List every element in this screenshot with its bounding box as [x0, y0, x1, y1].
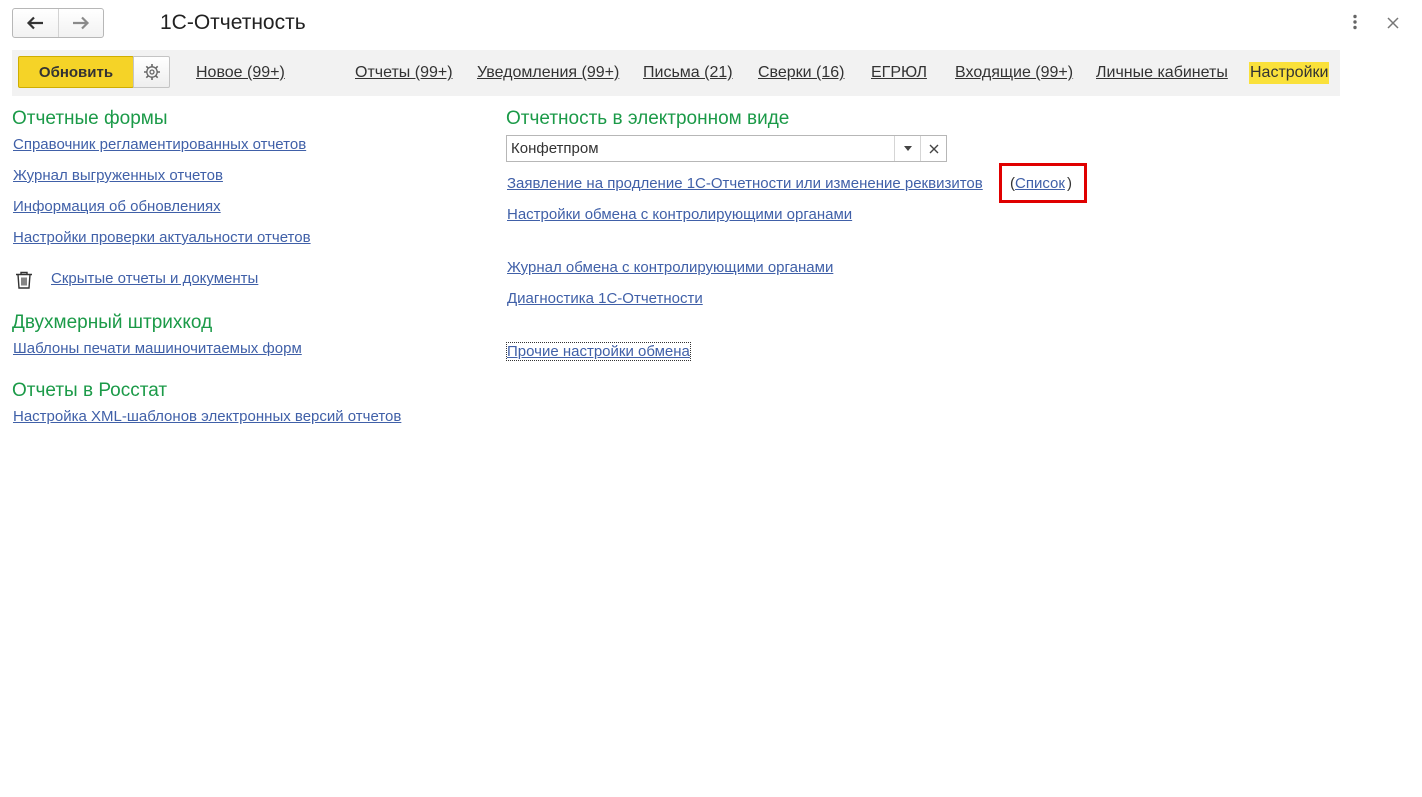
- more-vertical-icon[interactable]: [1349, 14, 1361, 30]
- organization-dropdown-button[interactable]: [894, 136, 920, 161]
- updates-info-link[interactable]: Информация об обновлениях: [13, 198, 221, 215]
- tab-notifications[interactable]: Уведомления (99+): [477, 64, 619, 82]
- tab-new[interactable]: Новое (99+): [196, 64, 285, 82]
- arrow-right-icon: [72, 16, 89, 30]
- toolbar: Обновить Новое (99+) Отчеты (99+) Уведом…: [12, 50, 1340, 96]
- organization-select[interactable]: Конфетпром: [506, 135, 947, 162]
- renewal-application-link[interactable]: Заявление на продление 1С-Отчетности или…: [507, 175, 983, 192]
- exchange-log-link[interactable]: Журнал обмена с контролирующими органами: [507, 259, 833, 276]
- print-templates-link[interactable]: Шаблоны печати машиночитаемых форм: [13, 340, 302, 357]
- navigation-buttons: [12, 8, 104, 38]
- chevron-down-icon: [903, 146, 912, 151]
- window-title: 1С-Отчетность: [160, 11, 306, 34]
- tab-incoming[interactable]: Входящие (99+): [955, 64, 1073, 82]
- organization-clear-button[interactable]: [920, 136, 946, 161]
- tab-reports[interactable]: Отчеты (99+): [355, 64, 453, 82]
- back-button[interactable]: [13, 9, 58, 37]
- close-icon[interactable]: [1386, 16, 1400, 30]
- report-relevance-check-settings-link[interactable]: Настройки проверки актуальности отчетов: [13, 229, 311, 246]
- arrow-left-icon: [27, 16, 44, 30]
- gear-icon: [143, 64, 160, 80]
- electronic-reporting-heading: Отчетность в электронном виде: [506, 108, 790, 129]
- clear-icon: [929, 144, 938, 153]
- xml-templates-link[interactable]: Настройка XML-шаблонов электронных верси…: [13, 408, 401, 425]
- tab-personal-accounts[interactable]: Личные кабинеты: [1096, 64, 1228, 82]
- tab-egrul[interactable]: ЕГРЮЛ: [871, 64, 927, 82]
- trash-icon: [16, 271, 32, 289]
- refresh-button[interactable]: Обновить: [18, 56, 134, 88]
- other-exchange-settings-link[interactable]: Прочие настройки обмена: [506, 342, 691, 361]
- exchange-settings-link[interactable]: Настройки обмена с контролирующими орган…: [507, 206, 852, 223]
- tab-reconciliations[interactable]: Сверки (16): [758, 64, 845, 82]
- reporting-forms-heading: Отчетные формы: [12, 108, 168, 129]
- rosstat-heading: Отчеты в Росстат: [12, 380, 168, 401]
- barcode-heading: Двухмерный штрихкод: [12, 312, 213, 333]
- highlight-frame: [999, 163, 1087, 203]
- tab-letters[interactable]: Письма (21): [643, 64, 733, 82]
- tab-settings[interactable]: Настройки: [1249, 62, 1330, 84]
- exported-reports-log-link[interactable]: Журнал выгруженных отчетов: [13, 167, 223, 184]
- organization-value[interactable]: Конфетпром: [507, 136, 894, 161]
- forward-button[interactable]: [57, 9, 104, 37]
- regulated-reports-directory-link[interactable]: Справочник регламентированных отчетов: [13, 136, 306, 153]
- settings-button[interactable]: [133, 56, 170, 88]
- diagnostics-link[interactable]: Диагностика 1С-Отчетности: [507, 290, 703, 307]
- hidden-reports-link[interactable]: Скрытые отчеты и документы: [51, 270, 258, 287]
